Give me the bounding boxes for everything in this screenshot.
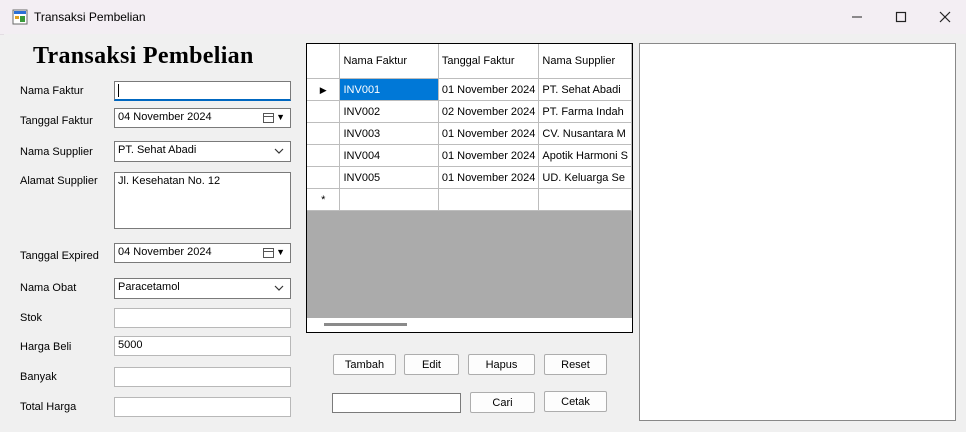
table-row[interactable]: ▶ INV001 01 November 2024 PT. Sehat Abad… <box>307 78 632 101</box>
grid-cell[interactable]: INV001 <box>339 78 439 101</box>
column-header[interactable]: Nama Supplier <box>538 44 632 79</box>
minimize-icon <box>852 16 862 18</box>
tanggal-faktur-picker[interactable]: 04 November 2024 ▼ <box>114 108 291 128</box>
harga-beli-value: 5000 <box>118 339 143 351</box>
grid-cell[interactable]: UD. Keluarga Se <box>538 166 632 189</box>
column-header[interactable]: Tanggal Faktur <box>438 44 540 79</box>
table-row[interactable]: INV004 01 November 2024 Apotik Harmoni S <box>307 144 632 167</box>
scrollbar-thumb[interactable] <box>324 323 407 326</box>
banyak-input[interactable] <box>114 367 291 387</box>
row-header[interactable] <box>307 122 341 145</box>
grid-cell[interactable]: 01 November 2024 <box>438 78 540 101</box>
tanggal-faktur-value: 04 November 2024 <box>118 111 212 123</box>
nama-obat-value: Paracetamol <box>118 281 180 293</box>
label-nama-supplier: Nama Supplier <box>20 146 93 158</box>
maximize-icon <box>895 11 907 23</box>
stok-input[interactable] <box>114 308 291 328</box>
hapus-button[interactable]: Hapus <box>468 354 535 375</box>
grid-header-row: Nama Faktur Tanggal Faktur Nama Supplier <box>307 44 632 79</box>
preview-panel[interactable] <box>639 43 956 421</box>
label-total-harga: Total Harga <box>20 401 77 413</box>
grid-cell[interactable]: INV005 <box>339 166 439 189</box>
form-heading: Transaksi Pembelian <box>33 43 254 69</box>
grid-cell[interactable]: INV003 <box>339 122 439 145</box>
nama-obat-select[interactable]: Paracetamol <box>114 278 291 299</box>
alamat-supplier-value: Jl. Kesehatan No. 12 <box>118 175 221 187</box>
label-nama-faktur: Nama Faktur <box>20 85 84 97</box>
new-row-icon: * <box>321 193 326 206</box>
grid-cell[interactable]: PT. Farma Indah <box>538 100 632 123</box>
app-icon <box>12 9 28 25</box>
total-harga-input[interactable] <box>114 397 291 417</box>
grid-cell[interactable]: INV002 <box>339 100 439 123</box>
label-tanggal-expired: Tanggal Expired <box>20 250 99 262</box>
nama-supplier-select[interactable]: PT. Sehat Abadi <box>114 141 291 162</box>
alamat-supplier-textarea[interactable]: Jl. Kesehatan No. 12 <box>114 172 291 229</box>
cari-button[interactable]: Cari <box>470 392 535 413</box>
tanggal-expired-value: 04 November 2024 <box>118 246 212 258</box>
close-icon <box>939 11 951 23</box>
table-row[interactable]: INV003 01 November 2024 CV. Nusantara M <box>307 122 632 145</box>
table-row[interactable]: INV002 02 November 2024 PT. Farma Indah <box>307 100 632 123</box>
column-header[interactable]: Nama Faktur <box>339 44 439 79</box>
row-header[interactable] <box>307 166 341 189</box>
data-grid[interactable]: Nama Faktur Tanggal Faktur Nama Supplier… <box>306 43 633 333</box>
label-stok: Stok <box>20 312 43 324</box>
grid-cell[interactable]: 02 November 2024 <box>438 100 540 123</box>
grid-cell[interactable]: 01 November 2024 <box>438 144 540 167</box>
grid-cell[interactable]: 01 November 2024 <box>438 166 540 189</box>
current-row-icon: ▶ <box>319 84 327 95</box>
chevron-down-icon[interactable] <box>274 148 284 155</box>
table-row[interactable]: INV005 01 November 2024 UD. Keluarga Se <box>307 166 632 189</box>
grid-cell[interactable]: 01 November 2024 <box>438 122 540 145</box>
grid-cell[interactable]: CV. Nusantara M <box>538 122 632 145</box>
row-header[interactable] <box>307 100 341 123</box>
new-row[interactable]: * <box>307 188 632 211</box>
maximize-button[interactable] <box>878 0 924 34</box>
reset-button[interactable]: Reset <box>544 354 607 375</box>
close-button[interactable] <box>922 0 966 34</box>
row-header[interactable] <box>307 144 341 167</box>
harga-beli-input[interactable]: 5000 <box>114 336 291 356</box>
window-title: Transaksi Pembelian <box>34 10 146 24</box>
calendar-icon[interactable] <box>263 113 274 123</box>
chevron-down-icon[interactable] <box>274 285 284 292</box>
edit-button[interactable]: Edit <box>404 354 459 375</box>
grid-cell[interactable]: PT. Sehat Abadi <box>538 78 632 101</box>
grid-cell[interactable] <box>538 188 632 211</box>
row-header[interactable]: * <box>307 188 341 211</box>
search-input[interactable] <box>332 393 461 413</box>
tanggal-expired-picker[interactable]: 04 November 2024 ▼ <box>114 243 291 263</box>
grid-cell[interactable] <box>339 188 439 211</box>
label-nama-obat: Nama Obat <box>20 282 77 294</box>
grid-cell[interactable]: INV004 <box>339 144 439 167</box>
nama-supplier-value: PT. Sehat Abadi <box>118 144 197 156</box>
label-harga-beli: Harga Beli <box>20 341 72 353</box>
grid-cell[interactable]: Apotik Harmoni S <box>538 144 632 167</box>
nama-faktur-input[interactable] <box>114 81 291 101</box>
grid-table: Nama Faktur Tanggal Faktur Nama Supplier… <box>307 44 632 211</box>
cetak-button[interactable]: Cetak <box>544 391 607 412</box>
grid-cell[interactable] <box>438 188 540 211</box>
calendar-icon[interactable] <box>263 248 274 258</box>
label-tanggal-faktur: Tanggal Faktur <box>20 115 93 127</box>
minimize-button[interactable] <box>834 0 880 34</box>
dropdown-arrow-icon[interactable]: ▼ <box>276 112 285 122</box>
tambah-button[interactable]: Tambah <box>333 354 396 375</box>
dropdown-arrow-icon[interactable]: ▼ <box>276 247 285 257</box>
grid-corner-header[interactable] <box>307 44 341 79</box>
label-banyak: Banyak <box>20 371 57 383</box>
label-alamat-supplier: Alamat Supplier <box>20 175 98 187</box>
row-header[interactable]: ▶ <box>307 78 341 101</box>
text-caret <box>118 84 119 97</box>
